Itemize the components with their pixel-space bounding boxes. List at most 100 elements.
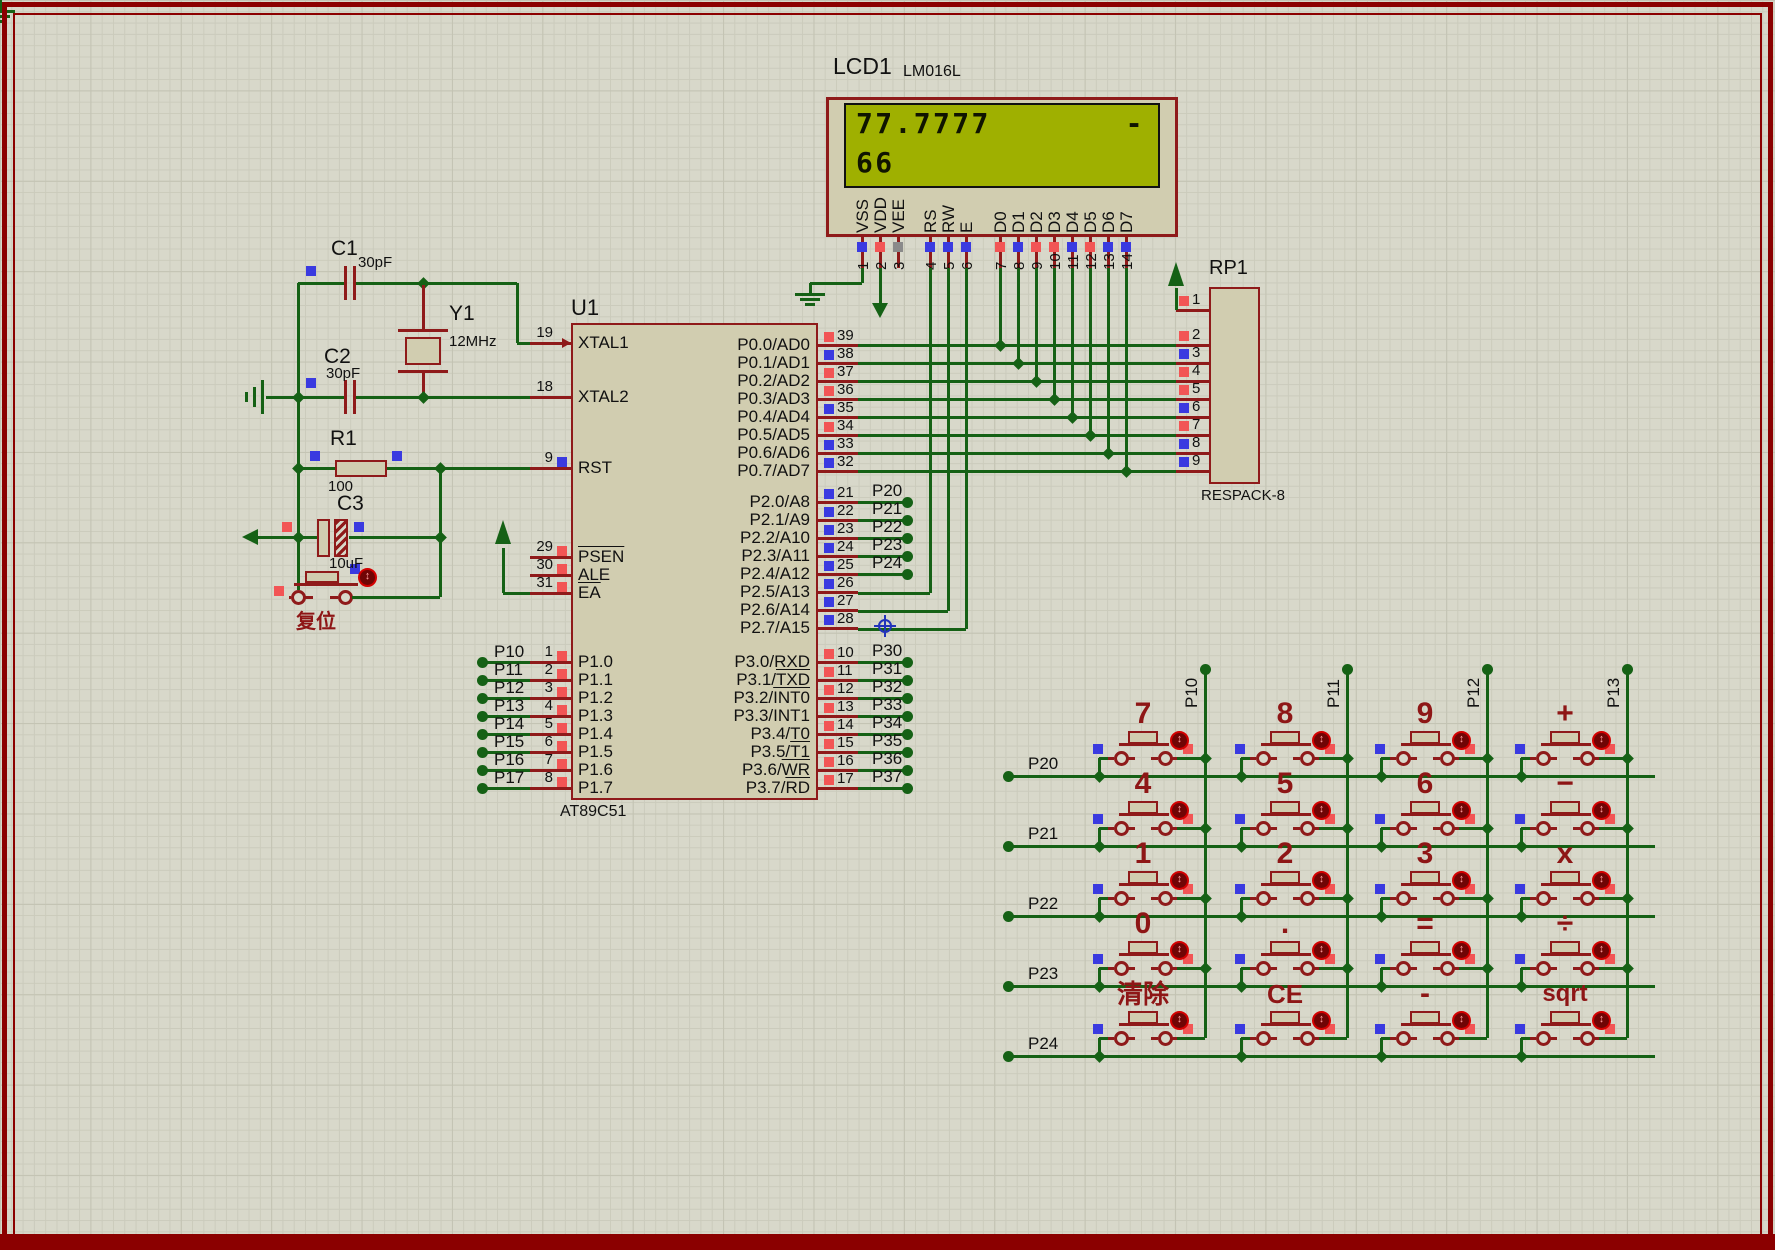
logic-state-blue-square bbox=[824, 507, 834, 517]
mcu-pin-number: 33 bbox=[837, 435, 854, 452]
logic-state-red-square bbox=[1179, 367, 1189, 377]
wire-segment bbox=[1125, 268, 1128, 471]
terminal-dot bbox=[902, 515, 913, 526]
logic-state-red-square bbox=[824, 739, 834, 749]
logic-state-blue-square bbox=[824, 350, 834, 360]
wire-segment bbox=[879, 268, 882, 303]
wire-segment bbox=[387, 467, 440, 470]
respack-pin-number: 5 bbox=[1192, 380, 1200, 397]
mcu-pin-name: P1.4 bbox=[578, 725, 613, 743]
pin-stub bbox=[1550, 827, 1557, 830]
mcu-pin-number: 14 bbox=[837, 716, 854, 733]
net-label: P34 bbox=[872, 714, 902, 732]
key-label: 9 bbox=[1392, 698, 1458, 730]
mcu-pin-name: P1.5 bbox=[578, 743, 613, 761]
logic-state-red-square bbox=[1179, 331, 1189, 341]
key-8-button[interactable]: ↕ bbox=[1312, 731, 1331, 750]
key-5-button[interactable]: ↕ bbox=[1312, 801, 1331, 820]
respack-body bbox=[1209, 287, 1260, 484]
logic-state-blue-square bbox=[824, 404, 834, 414]
terminal-dot bbox=[1482, 664, 1493, 675]
pin-stub bbox=[1293, 897, 1300, 900]
pin-stub bbox=[1573, 1037, 1580, 1040]
junction-dot bbox=[434, 531, 447, 544]
logic-state-blue-square bbox=[1375, 884, 1385, 894]
key-x-button[interactable]: ↕ bbox=[1592, 871, 1611, 890]
logic-state-red-square bbox=[1049, 242, 1059, 252]
pin-stub bbox=[1573, 967, 1580, 970]
key-CE-button[interactable]: ↕ bbox=[1312, 1011, 1331, 1030]
schematic-canvas: 77.7777 -66VSS1VDD2VEE3RS4RW5E6D07D18D29… bbox=[0, 0, 1775, 1250]
junction-dot bbox=[1375, 910, 1388, 923]
key-.-button[interactable]: ↕ bbox=[1312, 941, 1331, 960]
key-+-button[interactable]: ↕ bbox=[1592, 731, 1611, 750]
wire-segment bbox=[1486, 669, 1489, 1038]
pin-stub bbox=[530, 787, 571, 790]
button-terminal bbox=[1300, 751, 1315, 766]
mcu-pin-name: P2.2/A10 bbox=[685, 529, 810, 547]
button-terminal bbox=[1114, 961, 1129, 976]
lcd-part-label: LM016L bbox=[903, 63, 961, 80]
wire-segment bbox=[1521, 827, 1530, 830]
wire-segment bbox=[440, 467, 530, 470]
button-plate bbox=[1550, 1011, 1580, 1024]
pin-stub bbox=[1176, 309, 1209, 312]
wire-segment bbox=[423, 396, 530, 399]
pin-stub bbox=[1270, 757, 1277, 760]
net-label: P17 bbox=[494, 769, 524, 787]
mcu-pin-number: 23 bbox=[837, 520, 854, 537]
key-9-button[interactable]: ↕ bbox=[1452, 731, 1471, 750]
key-7-button[interactable]: ↕ bbox=[1170, 731, 1189, 750]
pin-stub bbox=[1128, 827, 1135, 830]
pin-stub bbox=[1128, 1037, 1135, 1040]
net-label: P37 bbox=[872, 768, 902, 786]
key-0-button[interactable]: ↕ bbox=[1170, 941, 1189, 960]
button-plate bbox=[1410, 731, 1440, 744]
button-plate bbox=[1550, 941, 1580, 954]
key-2-button[interactable]: ↕ bbox=[1312, 871, 1331, 890]
key---button[interactable]: ↕ bbox=[1452, 1011, 1471, 1030]
mcu-pin-name: EA bbox=[578, 584, 601, 602]
logic-state-blue-square bbox=[1375, 744, 1385, 754]
junction-dot bbox=[1515, 980, 1528, 993]
wire-segment bbox=[858, 628, 966, 631]
logic-state-red-square bbox=[557, 651, 567, 661]
key-清除-button[interactable]: ↕ bbox=[1170, 1011, 1189, 1030]
mcu-pin-number: 16 bbox=[837, 752, 854, 769]
key-sqrt-button[interactable]: ↕ bbox=[1592, 1011, 1611, 1030]
pin-stub bbox=[818, 787, 858, 790]
mcu-pin-name: RST bbox=[578, 459, 612, 477]
key-4-button[interactable]: ↕ bbox=[1170, 801, 1189, 820]
key-−-button[interactable]: ↕ bbox=[1592, 801, 1611, 820]
button-terminal bbox=[1158, 821, 1173, 836]
c1-ref-label: C1 bbox=[331, 238, 358, 260]
key-3-button[interactable]: ↕ bbox=[1452, 871, 1471, 890]
pin-stub bbox=[1433, 897, 1440, 900]
wire-segment bbox=[356, 396, 423, 399]
logic-state-blue-square bbox=[824, 615, 834, 625]
button-terminal bbox=[291, 590, 306, 605]
key-6-button[interactable]: ↕ bbox=[1452, 801, 1471, 820]
pin-stub bbox=[530, 592, 571, 595]
wire-segment bbox=[858, 452, 1176, 455]
logic-state-blue-square bbox=[1093, 814, 1103, 824]
terminal-dot bbox=[1622, 664, 1633, 675]
button-terminal bbox=[1580, 821, 1595, 836]
wire-segment bbox=[1071, 268, 1074, 417]
key-1-button[interactable]: ↕ bbox=[1170, 871, 1189, 890]
button-plate bbox=[1128, 731, 1158, 744]
mcu-pin-number: 18 bbox=[515, 378, 553, 395]
logic-state-blue-square bbox=[1093, 884, 1103, 894]
terminal-dot bbox=[902, 765, 913, 776]
junction-dot bbox=[1093, 770, 1106, 783]
keypad-row-net-label: P23 bbox=[1028, 965, 1058, 983]
crystal-value-label: 12MHz bbox=[449, 333, 497, 350]
key-=-button[interactable]: ↕ bbox=[1452, 941, 1471, 960]
button-plate bbox=[1270, 731, 1300, 744]
junction-dot bbox=[1199, 962, 1212, 975]
ground-icon bbox=[805, 303, 815, 306]
key-label: 0 bbox=[1110, 908, 1176, 940]
button-terminal bbox=[1300, 1031, 1315, 1046]
key-÷-button[interactable]: ↕ bbox=[1592, 941, 1611, 960]
wire-segment bbox=[858, 434, 1176, 437]
